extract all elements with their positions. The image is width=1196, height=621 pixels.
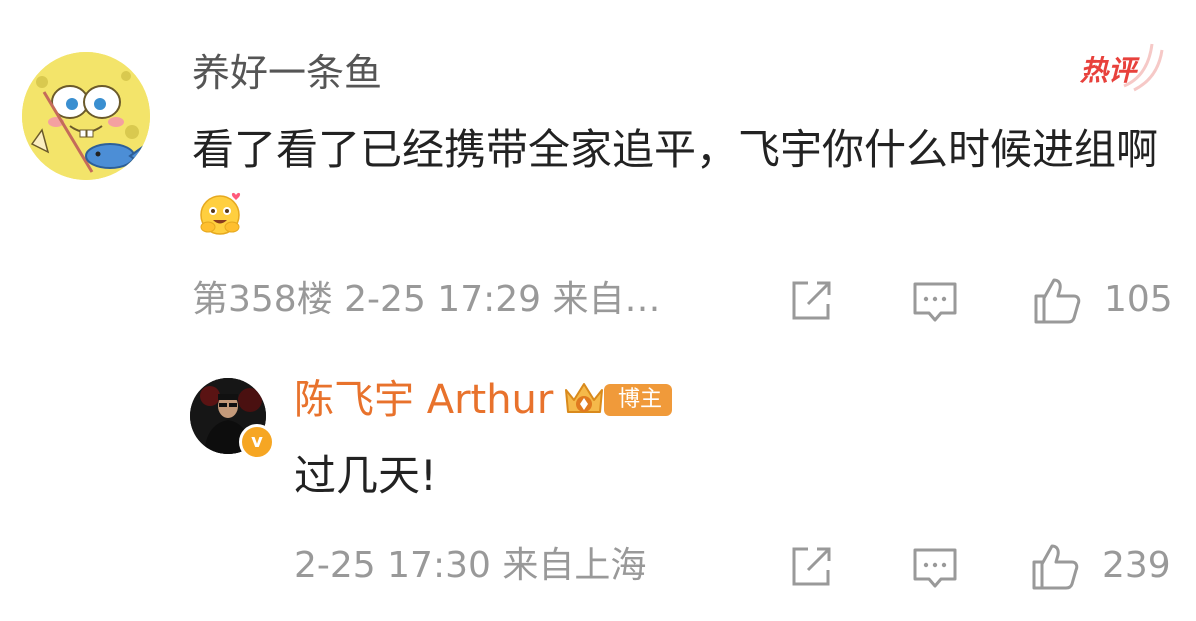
reply-meta: 2-25 17:30 来自上海 [294, 545, 647, 586]
reply-text: 过几天! [294, 451, 437, 500]
reply-like-thumb-icon[interactable] [1030, 542, 1080, 592]
comment-icon[interactable] [910, 276, 960, 326]
reply-username[interactable]: 陈飞宇 Arthur [294, 376, 553, 424]
user-avatar[interactable] [22, 52, 150, 180]
like-thumb-icon[interactable] [1032, 276, 1082, 326]
reply-comment-icon[interactable] [910, 542, 960, 592]
hot-comment-badge: 热评 [1080, 54, 1137, 87]
reply-share-icon[interactable] [786, 542, 836, 592]
comment-text-content: 看了看了已经携带全家追平，飞宇你什么时候进组啊 [192, 125, 1159, 174]
comment-text: 看了看了已经携带全家追平，飞宇你什么时候进组啊 [192, 120, 1182, 240]
share-icon[interactable] [786, 276, 836, 326]
like-count: 105 [1104, 279, 1173, 320]
spongebob-avatar-icon [22, 52, 150, 180]
verified-badge: v [239, 424, 275, 460]
hug-emoji-icon [200, 192, 241, 235]
comment-username[interactable]: 养好一条鱼 [192, 50, 382, 96]
crown-icon [565, 383, 603, 413]
reply-like-count: 239 [1102, 545, 1171, 586]
comment-meta: 第358楼 2-25 17:29 来自… [192, 279, 661, 320]
blogger-badge: 博主 [604, 384, 673, 416]
